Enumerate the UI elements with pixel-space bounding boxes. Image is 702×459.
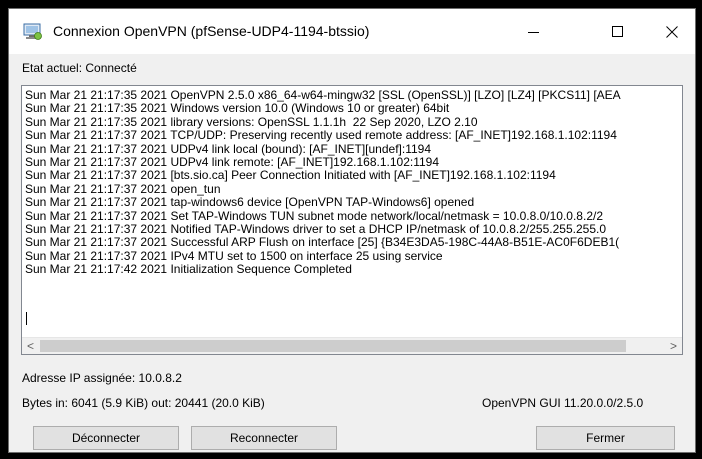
log-line: Sun Mar 21 21:17:37 2021 UDPv4 link remo…	[25, 155, 440, 170]
bytes-counter: Bytes in: 6041 (5.9 KiB) out: 20441 (20.…	[22, 396, 265, 410]
log-line: Sun Mar 21 21:17:37 2021 open_tun	[25, 181, 221, 196]
log-lines: Sun Mar 21 21:17:35 2021 OpenVPN 2.5.0 x…	[25, 89, 682, 277]
scroll-left-icon[interactable]: <	[22, 338, 39, 354]
log-line: Sun Mar 21 21:17:37 2021 IPv4 MTU set to…	[25, 248, 443, 263]
log-textbox[interactable]: Sun Mar 21 21:17:35 2021 OpenVPN 2.5.0 x…	[21, 85, 683, 355]
close-icon	[666, 25, 678, 38]
log-line: Sun Mar 21 21:17:42 2021 Initialization …	[25, 262, 352, 277]
log-line: Sun Mar 21 21:17:35 2021 library version…	[25, 114, 478, 129]
minimize-icon	[528, 31, 539, 33]
title-bar[interactable]: Connexion OpenVPN (pfSense-UDP4-1194-bts…	[9, 9, 695, 54]
maximize-icon	[612, 25, 623, 37]
log-line: Sun Mar 21 21:17:35 2021 Windows version…	[25, 101, 450, 116]
version-label: OpenVPN GUI 11.20.0.0/2.5.0	[482, 396, 644, 410]
openvpn-app-icon	[23, 23, 43, 41]
openvpn-connection-window: Connexion OpenVPN (pfSense-UDP4-1194-bts…	[8, 8, 696, 453]
close-window-button[interactable]	[649, 9, 695, 54]
log-line: Sun Mar 21 21:17:37 2021 UDPv4 link loca…	[25, 141, 432, 156]
log-line: Sun Mar 21 21:17:37 2021 Successful ARP …	[25, 235, 620, 250]
connection-status: Etat actuel: Connecté	[22, 61, 137, 75]
disconnect-button[interactable]: Déconnecter	[33, 426, 179, 450]
log-line: Sun Mar 21 21:17:37 2021 Notified TAP-Wi…	[25, 222, 606, 237]
text-caret	[26, 312, 27, 325]
log-line: Sun Mar 21 21:17:37 2021 tap-windows6 de…	[25, 195, 475, 210]
log-line: Sun Mar 21 21:17:35 2021 OpenVPN 2.5.0 x…	[25, 89, 621, 102]
minimize-button[interactable]	[511, 9, 557, 54]
scrollbar-thumb[interactable]	[40, 340, 626, 352]
log-line: Sun Mar 21 21:17:37 2021 Set TAP-Windows…	[25, 208, 603, 223]
close-button[interactable]: Fermer	[536, 426, 675, 450]
scroll-right-icon[interactable]: >	[665, 338, 682, 354]
log-line: Sun Mar 21 21:17:37 2021 TCP/UDP: Preser…	[25, 128, 617, 143]
maximize-button[interactable]	[595, 9, 641, 54]
horizontal-scrollbar[interactable]: < >	[22, 337, 682, 354]
assigned-ip: Adresse IP assignée: 10.0.8.2	[22, 371, 182, 385]
reconnect-button[interactable]: Reconnecter	[191, 426, 337, 450]
log-line: Sun Mar 21 21:17:37 2021 [bts.sio.ca] Pe…	[25, 168, 556, 183]
window-title: Connexion OpenVPN (pfSense-UDP4-1194-bts…	[53, 23, 370, 39]
